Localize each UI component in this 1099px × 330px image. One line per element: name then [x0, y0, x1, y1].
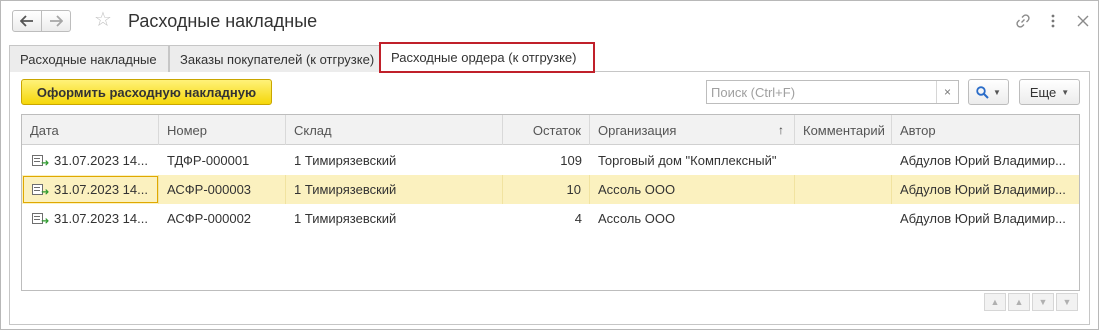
cell-author: Абдулов Юрий Владимир...: [900, 153, 1066, 168]
cell-date: ➜ 31.07.2023 14...: [22, 175, 159, 204]
cell-warehouse: 1 Тимирязевский: [294, 211, 397, 226]
create-invoice-button[interactable]: Оформить расходную накладную: [21, 79, 272, 105]
column-header-warehouse[interactable]: Склад: [286, 115, 503, 145]
column-header-label: Организация: [598, 122, 677, 138]
cell-comment: [795, 175, 892, 204]
cell-number: ТДФР-000001: [167, 153, 250, 168]
cell-number: АСФР-000003: [159, 175, 286, 204]
chevron-down-icon: ▼: [1061, 87, 1070, 97]
scroll-down-icon[interactable]: ▼: [1032, 293, 1054, 311]
page-title: Расходные накладные: [128, 11, 318, 31]
column-header-number[interactable]: Номер: [159, 115, 286, 145]
search-box: ×: [706, 80, 959, 104]
table-row[interactable]: ➜ 31.07.2023 14... АСФР-000002 1 Тимиряз…: [22, 204, 1079, 233]
cell-warehouse: 1 Тимирязевский: [286, 175, 503, 204]
tab-label: Расходные ордера (к отгрузке): [391, 50, 577, 65]
more-button[interactable]: Еще ▼: [1019, 79, 1080, 105]
cell-balance: 10: [503, 175, 590, 204]
back-button[interactable]: [12, 10, 42, 32]
column-header-organization[interactable]: Организация ↑: [590, 115, 795, 145]
close-icon[interactable]: [1073, 10, 1093, 32]
column-header-comment[interactable]: Комментарий: [795, 115, 892, 145]
sort-ascending-icon: ↑: [778, 123, 784, 137]
tab-shipment-orders[interactable]: Расходные ордера (к отгрузке): [379, 42, 595, 73]
document-posted-icon: ➜: [32, 212, 49, 226]
cell-date-text: 31.07.2023 14...: [54, 211, 148, 226]
forward-button[interactable]: [41, 10, 71, 32]
document-posted-icon: ➜: [32, 154, 49, 168]
link-icon[interactable]: [1013, 10, 1033, 32]
cell-date: ➜ 31.07.2023 14...: [22, 204, 159, 233]
chevron-down-icon: ▼: [993, 87, 1001, 97]
table-header: Дата Номер Склад Остаток Организация ↑ К…: [22, 115, 1079, 145]
more-vertical-icon[interactable]: [1043, 10, 1063, 32]
tab-customer-orders[interactable]: Заказы покупателей (к отгрузке): [169, 45, 380, 72]
more-label: Еще: [1029, 84, 1057, 100]
tab-label: Расходные накладные: [20, 51, 157, 67]
cell-author: Абдулов Юрий Владимир...: [900, 182, 1066, 197]
window-header: ☆ Расходные накладные: [1, 1, 1098, 41]
cell-organization: Ассоль ООО: [590, 175, 795, 204]
cell-balance: 109: [560, 153, 582, 168]
arrow-right-icon: [50, 15, 63, 27]
cell-organization: Ассоль ООО: [598, 211, 676, 226]
column-header-balance[interactable]: Остаток: [503, 115, 590, 145]
favorite-star-icon[interactable]: ☆: [94, 9, 112, 31]
scroll-to-bottom-icon[interactable]: ▼: [1056, 293, 1078, 311]
documents-table: Дата Номер Склад Остаток Организация ↑ К…: [21, 114, 1080, 291]
clear-search-icon[interactable]: ×: [936, 81, 958, 103]
column-header-author[interactable]: Автор: [892, 115, 1079, 145]
table-row[interactable]: ➜ 31.07.2023 14... ТДФР-000001 1 Тимиряз…: [22, 146, 1079, 175]
cell-comment: [795, 146, 892, 175]
tab-invoices[interactable]: Расходные накладные: [9, 45, 169, 72]
window-frame: ☆ Расходные накладные Расходные накладны…: [0, 0, 1099, 330]
cell-date: ➜ 31.07.2023 14...: [22, 146, 159, 175]
cell-balance: 4: [574, 211, 582, 226]
cell-author: Абдулов Юрий Владимир...: [900, 211, 1066, 226]
search-input[interactable]: [707, 81, 935, 103]
cell-date-text: 31.07.2023 14...: [54, 153, 148, 168]
arrow-left-icon: [20, 15, 33, 27]
cell-comment: [795, 204, 892, 233]
column-header-date[interactable]: Дата: [22, 115, 159, 145]
document-posted-icon: ➜: [32, 183, 49, 197]
cell-number: АСФР-000002: [167, 211, 252, 226]
table-row-selected[interactable]: ➜ 31.07.2023 14... АСФР-000003 1 Тимиряз…: [22, 175, 1079, 204]
scroll-to-top-icon[interactable]: ▲: [984, 293, 1006, 311]
scroll-up-icon[interactable]: ▲: [1008, 293, 1030, 311]
search-button[interactable]: ▼: [968, 79, 1009, 105]
tab-label: Заказы покупателей (к отгрузке): [180, 51, 375, 67]
cell-warehouse: 1 Тимирязевский: [294, 153, 397, 168]
search-icon: [976, 85, 989, 99]
cell-date-text: 31.07.2023 14...: [54, 182, 148, 197]
cell-organization: Торговый дом "Комплексный": [598, 153, 777, 168]
